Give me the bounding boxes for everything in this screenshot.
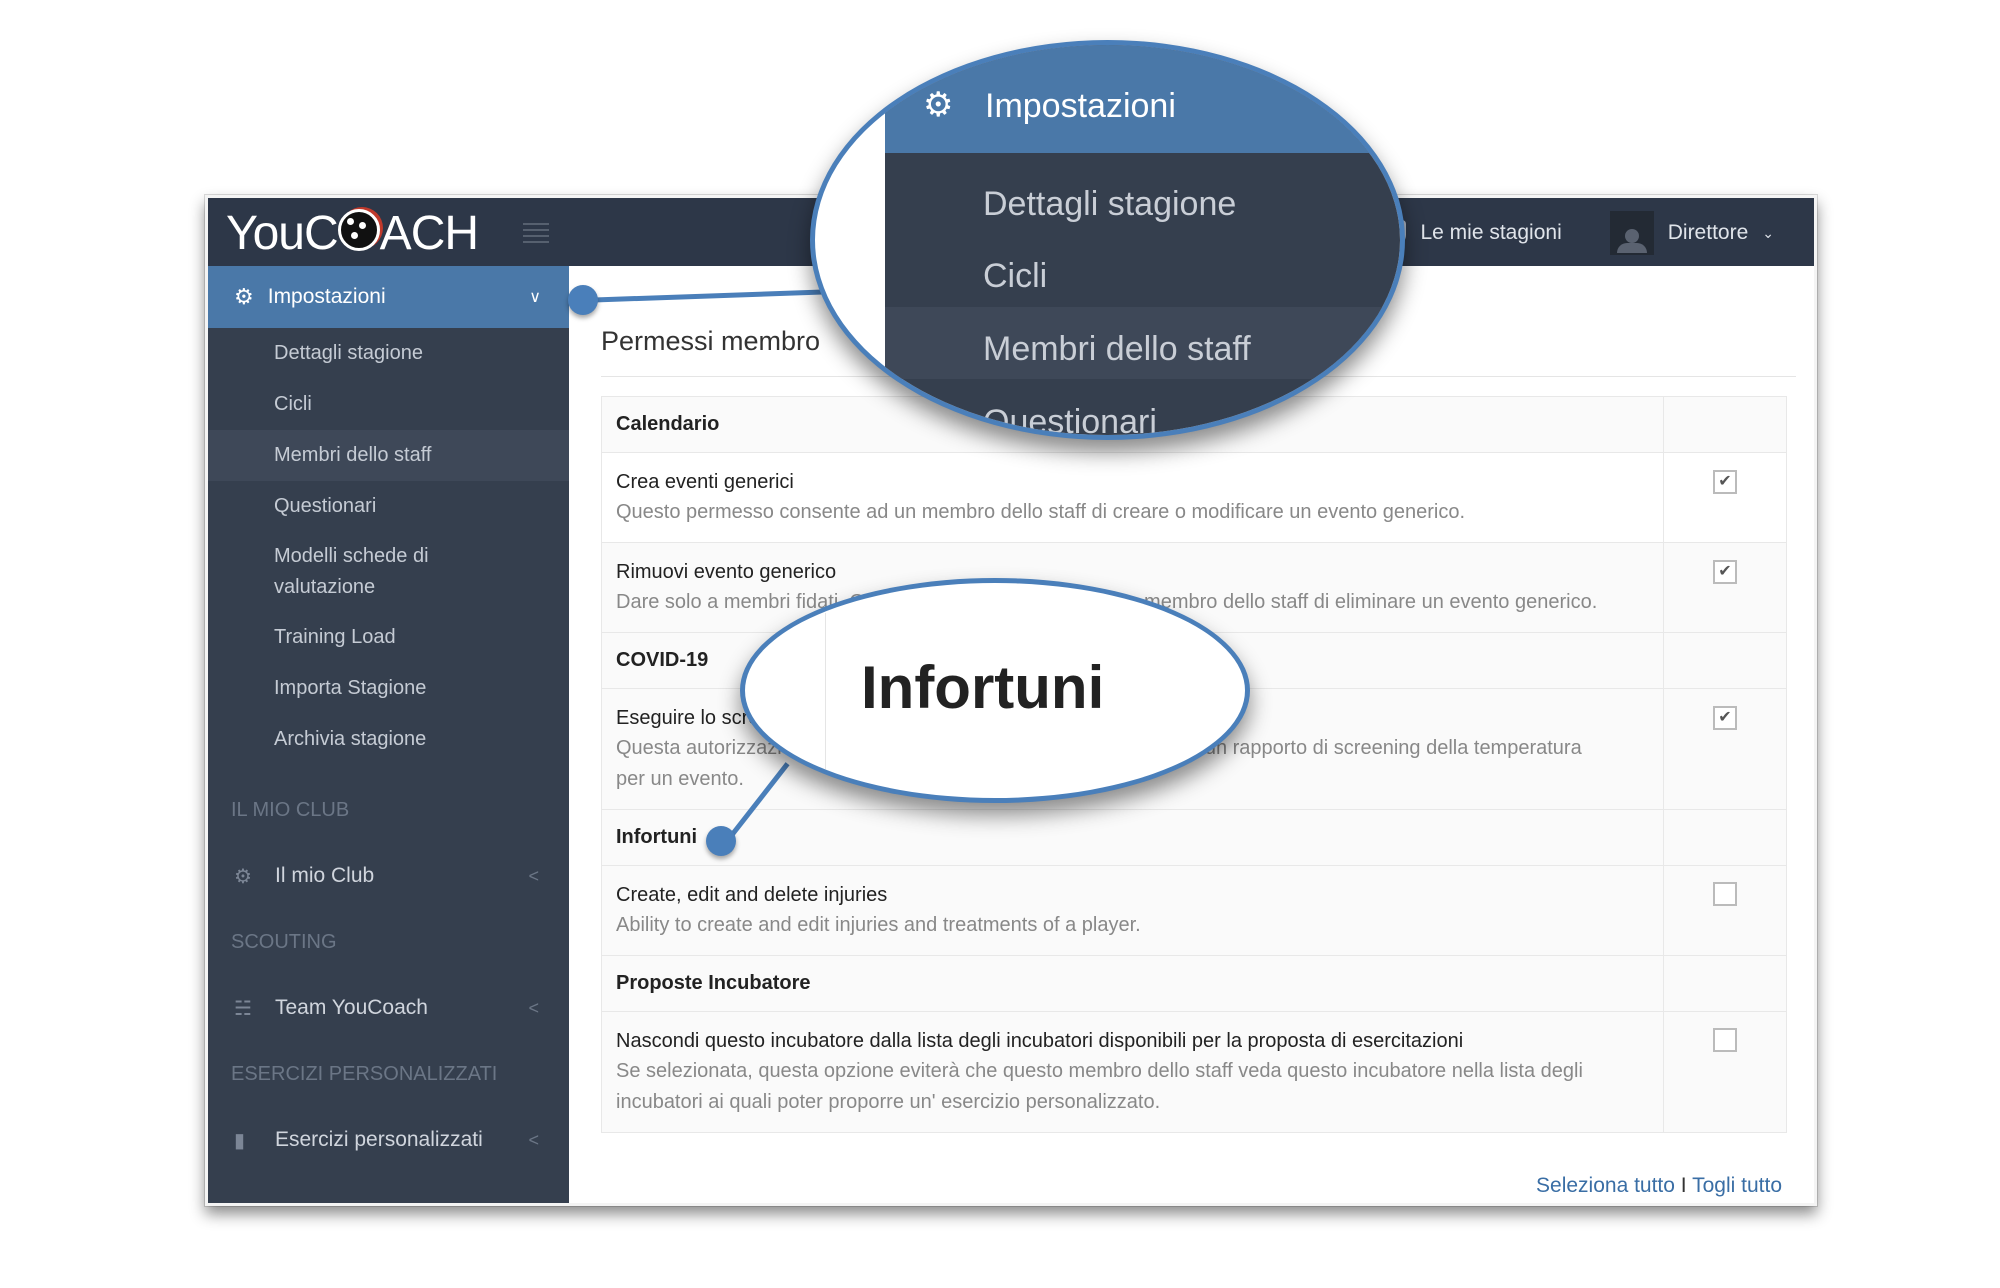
sidebar-header-scouting: SCOUTING bbox=[231, 930, 337, 953]
permission-title: Rimuovi evento generico bbox=[616, 561, 837, 583]
chevron-left-icon: < bbox=[528, 997, 539, 1018]
permission-row: Crea eventi generici Questo permesso cons… bbox=[601, 452, 1787, 543]
magnifier-callout-infortuni: Infortuni bbox=[740, 578, 1250, 803]
magnifier-callout-settings: ⚙ Impostazioni Dettagli stagione Cicli M… bbox=[810, 40, 1405, 440]
page-title: Permessi membro bbox=[601, 326, 821, 356]
sidebar-item-label: Impostazioni bbox=[267, 285, 386, 308]
settings-submenu: Dettagli stagione Cicli Membri dello sta… bbox=[208, 328, 569, 765]
sidebar: ⚙ Impostazioni ∨ Dettagli stagione Cicli… bbox=[208, 266, 569, 1203]
sidebar-header-club: IL MIO CLUB bbox=[231, 798, 350, 821]
category-row: Proposte Incubatore bbox=[601, 955, 1787, 1012]
deselect-all-link[interactable]: Togli tutto bbox=[1692, 1174, 1782, 1197]
soccer-ball-icon bbox=[337, 209, 380, 251]
permission-checkbox[interactable] bbox=[1713, 882, 1737, 906]
submenu-dettagli-stagione[interactable]: Dettagli stagione bbox=[274, 328, 569, 379]
permission-description: Se selezionata, questa opzione eviterà c… bbox=[616, 1060, 1583, 1113]
user-menu[interactable]: Direttore bbox=[1668, 221, 1749, 245]
submenu-importa-stagione[interactable]: Importa Stagione bbox=[274, 663, 569, 714]
sidebar-item-esercizi[interactable]: ▮ Esercizi personalizzati < bbox=[208, 1107, 569, 1173]
permission-checkbox[interactable] bbox=[1713, 1028, 1737, 1052]
submenu-questionari[interactable]: Questionari bbox=[274, 481, 569, 532]
magnified-item: Dettagli stagione bbox=[983, 185, 1237, 223]
sidebar-header-esercizi: ESERCIZI PERSONALIZZATI bbox=[231, 1062, 498, 1085]
permission-row: Create, edit and delete injuries Ability … bbox=[601, 865, 1787, 956]
sidebar-item-label: Team YouCoach bbox=[275, 996, 428, 1019]
submenu-modelli-schede[interactable]: Modelli schede di valutazione bbox=[274, 532, 474, 612]
sidebar-item-impostazioni[interactable]: ⚙ Impostazioni ∨ bbox=[208, 266, 569, 328]
permissions-table: Calendario Crea eventi generici Questo pe… bbox=[601, 396, 1787, 1133]
gear-icon: ⚙ bbox=[234, 865, 252, 888]
sidebar-item-team-youcoach[interactable]: ☵ Team YouCoach < bbox=[208, 975, 569, 1041]
permission-description: Questo permesso consente ad un membro de… bbox=[616, 501, 1465, 523]
youcoach-logo[interactable]: YouC ACH bbox=[226, 206, 479, 261]
magnified-header: Impostazioni bbox=[985, 87, 1176, 125]
magnified-item: Questionari bbox=[983, 403, 1157, 440]
gear-icon: ⚙ bbox=[923, 86, 954, 124]
permission-checkbox[interactable]: ✔ bbox=[1713, 560, 1737, 584]
magnified-label: Infortuni bbox=[861, 654, 1105, 721]
logo-text-right: ACH bbox=[379, 207, 479, 260]
magnified-item: Membri dello staff bbox=[983, 330, 1251, 368]
magnified-item: Cicli bbox=[983, 257, 1048, 295]
permission-title: Nascondi questo incubatore dalla lista d… bbox=[616, 1030, 1464, 1052]
permission-title: Create, edit and delete injuries bbox=[616, 884, 888, 906]
sidebar-item-label: Il mio Club bbox=[275, 864, 375, 887]
submenu-cicli[interactable]: Cicli bbox=[274, 379, 569, 430]
category-label: Infortuni bbox=[601, 809, 1664, 866]
separator: I bbox=[1680, 1174, 1687, 1197]
category-label: Proposte Incubatore bbox=[601, 955, 1664, 1012]
clipboard-icon: ▮ bbox=[234, 1129, 246, 1152]
bulk-actions: Seleziona tutto I Togli tutto bbox=[1536, 1174, 1782, 1198]
sidebar-item-club[interactable]: ⚙ Il mio Club < bbox=[208, 843, 569, 909]
permission-checkbox[interactable]: ✔ bbox=[1713, 706, 1737, 730]
category-row: Infortuni bbox=[601, 809, 1787, 866]
chevron-left-icon: < bbox=[528, 1129, 539, 1150]
permission-row: Nascondi questo incubatore dalla lista d… bbox=[601, 1011, 1787, 1133]
callout-dot bbox=[706, 826, 736, 856]
gear-icon: ⚙ bbox=[234, 284, 254, 309]
chevron-down-icon[interactable]: ⌄ bbox=[1762, 225, 1774, 242]
permission-title: Crea eventi generici bbox=[616, 471, 794, 493]
chevron-left-icon: < bbox=[528, 865, 539, 886]
chevron-down-icon: ∨ bbox=[529, 289, 541, 306]
permission-description: Ability to create and edit injuries and … bbox=[616, 914, 1141, 936]
logo-text-left: YouC bbox=[226, 207, 339, 260]
submenu-archivia-stagione[interactable]: Archivia stagione bbox=[274, 714, 569, 765]
avatar-icon[interactable] bbox=[1609, 211, 1654, 255]
select-all-link[interactable]: Seleziona tutto bbox=[1536, 1174, 1675, 1197]
permission-checkbox[interactable]: ✔ bbox=[1713, 470, 1737, 494]
permission-row: Rimuovi evento generico Dare solo a membr… bbox=[601, 542, 1787, 633]
binoculars-icon: ☵ bbox=[234, 997, 252, 1020]
sidebar-item-label: Esercizi personalizzati bbox=[275, 1128, 483, 1151]
my-seasons-link[interactable]: Le mie stagioni bbox=[1420, 221, 1561, 245]
submenu-training-load[interactable]: Training Load bbox=[274, 612, 569, 663]
callout-dot bbox=[568, 285, 598, 315]
hamburger-icon[interactable] bbox=[523, 223, 549, 243]
submenu-membri-staff[interactable]: Membri dello staff bbox=[208, 430, 569, 481]
